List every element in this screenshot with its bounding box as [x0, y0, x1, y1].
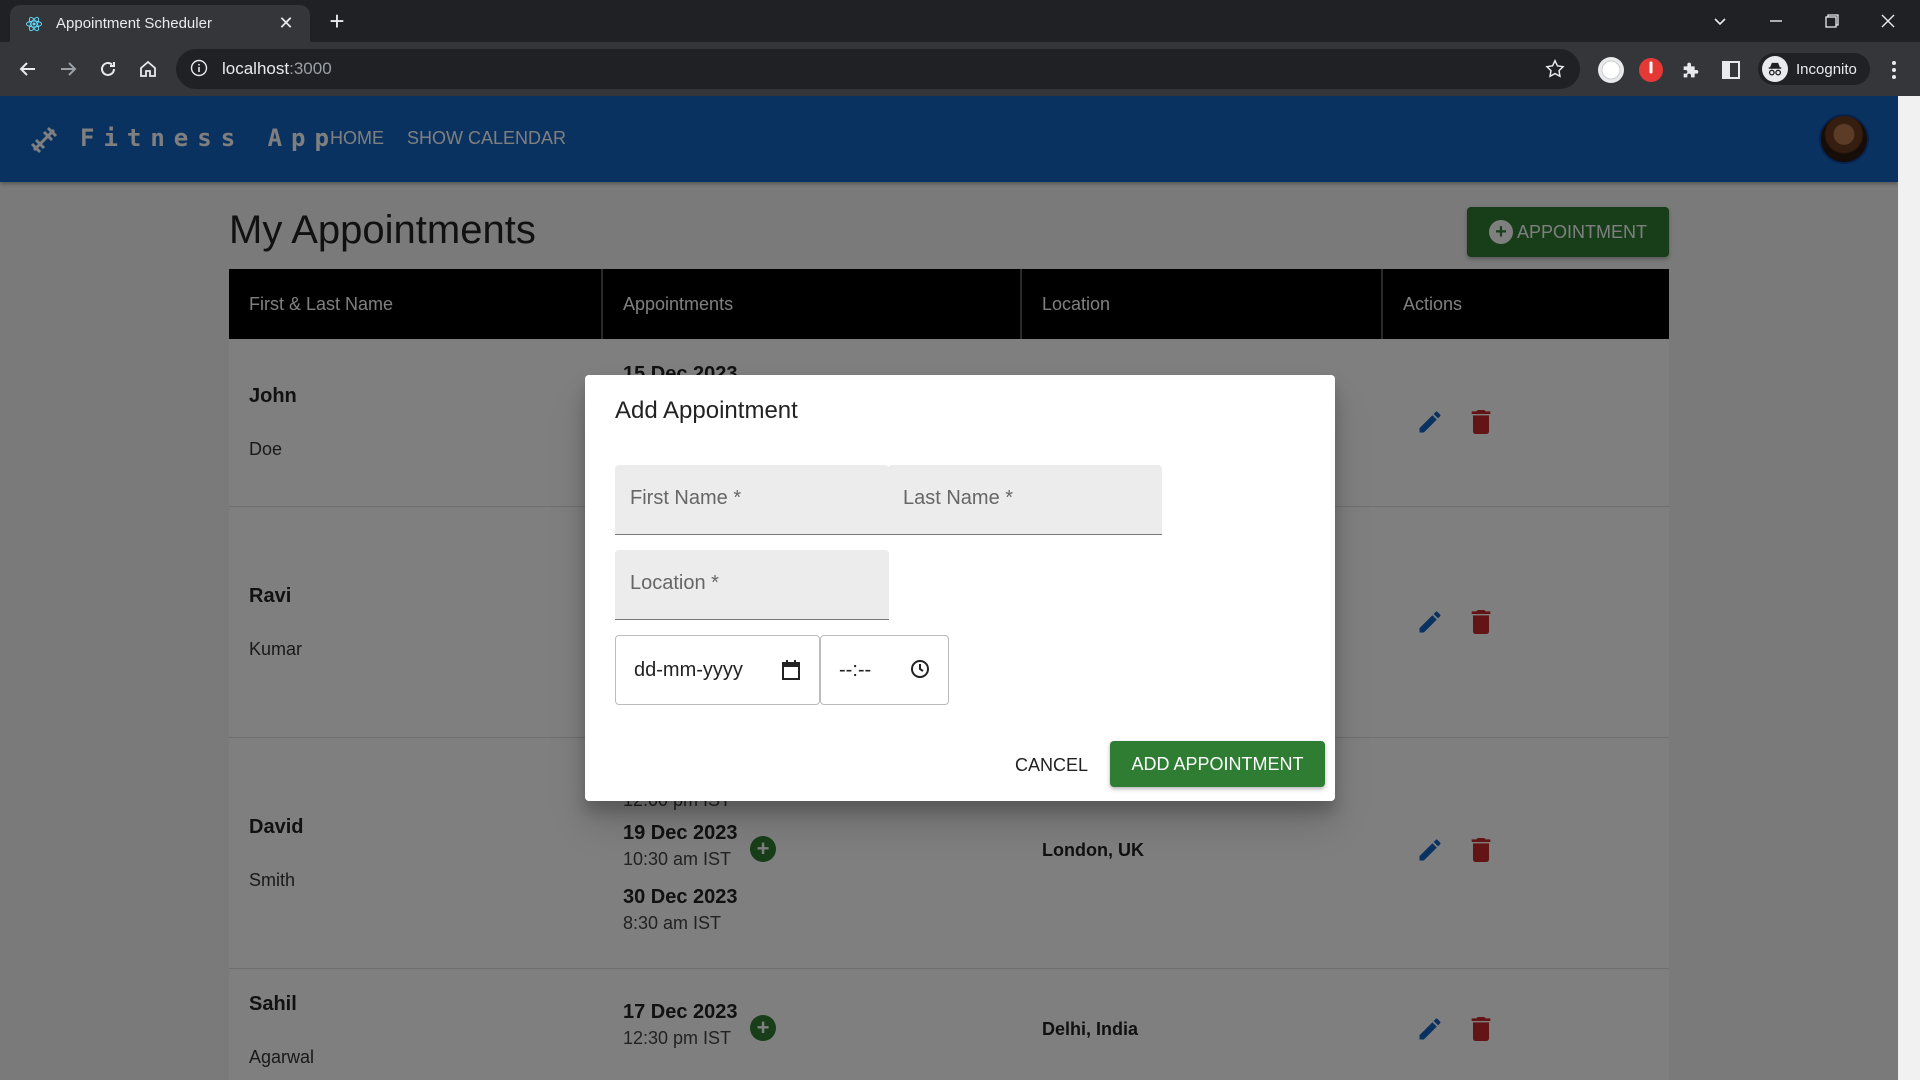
dialog-title: Add Appointment: [615, 397, 798, 424]
last-name-label: Last Name *: [903, 487, 1014, 509]
extension-red-shield-icon[interactable]: [1636, 55, 1666, 85]
browser-menu-icon[interactable]: [1880, 55, 1908, 85]
add-appointment-dialog: Add Appointment First Name * Last Name *…: [585, 375, 1335, 801]
last-name-field[interactable]: Last Name *: [888, 465, 1162, 535]
site-info-icon[interactable]: [190, 59, 210, 79]
side-panel-icon[interactable]: [1716, 55, 1746, 85]
clock-icon[interactable]: [910, 659, 930, 685]
location-field[interactable]: Location *: [615, 550, 889, 620]
react-favicon-icon: [24, 14, 44, 34]
first-name-field[interactable]: First Name *: [615, 465, 889, 535]
browser-toolbar: localhost:3000 Incognito: [0, 42, 1920, 96]
reload-icon[interactable]: [92, 53, 124, 85]
forward-icon[interactable]: [52, 53, 84, 85]
restore-icon[interactable]: [1804, 0, 1860, 42]
browser-tab-strip: Appointment Scheduler ✕ +: [0, 0, 1920, 42]
page: Fitness App HOME SHOW CALENDAR My Appoin…: [0, 96, 1920, 1080]
first-name-label: First Name *: [630, 487, 742, 509]
date-placeholder: dd-mm-yyyy: [634, 658, 743, 681]
tab-search-icon[interactable]: [1692, 0, 1748, 42]
cancel-button[interactable]: CANCEL: [1015, 755, 1088, 776]
bookmark-star-icon[interactable]: [1544, 58, 1566, 85]
url-port: :3000: [289, 59, 332, 78]
address-bar[interactable]: localhost:3000: [176, 49, 1580, 89]
close-window-icon[interactable]: [1860, 0, 1916, 42]
location-label: Location *: [630, 572, 719, 594]
minimize-icon[interactable]: [1748, 0, 1804, 42]
extension-white-circle-icon[interactable]: [1596, 55, 1626, 85]
close-tab-icon[interactable]: ✕: [276, 13, 296, 34]
extensions-puzzle-icon[interactable]: [1676, 55, 1706, 85]
tab-title: Appointment Scheduler: [56, 15, 212, 32]
url-host: localhost: [222, 59, 290, 78]
page-scrollbar[interactable]: [1898, 96, 1920, 1080]
incognito-profile-button[interactable]: Incognito: [1758, 53, 1870, 85]
time-placeholder: --:--: [839, 658, 872, 681]
submit-appointment-button[interactable]: ADD APPOINTMENT: [1110, 741, 1325, 787]
browser-tab[interactable]: Appointment Scheduler ✕: [10, 5, 310, 42]
home-icon[interactable]: [132, 53, 164, 85]
date-input[interactable]: dd-mm-yyyy: [615, 635, 820, 705]
incognito-icon: [1762, 56, 1788, 82]
new-tab-icon[interactable]: +: [322, 6, 352, 36]
back-icon[interactable]: [12, 53, 44, 85]
time-input[interactable]: --:--: [820, 635, 949, 705]
calendar-icon[interactable]: [781, 659, 801, 687]
incognito-label: Incognito: [1796, 60, 1857, 78]
